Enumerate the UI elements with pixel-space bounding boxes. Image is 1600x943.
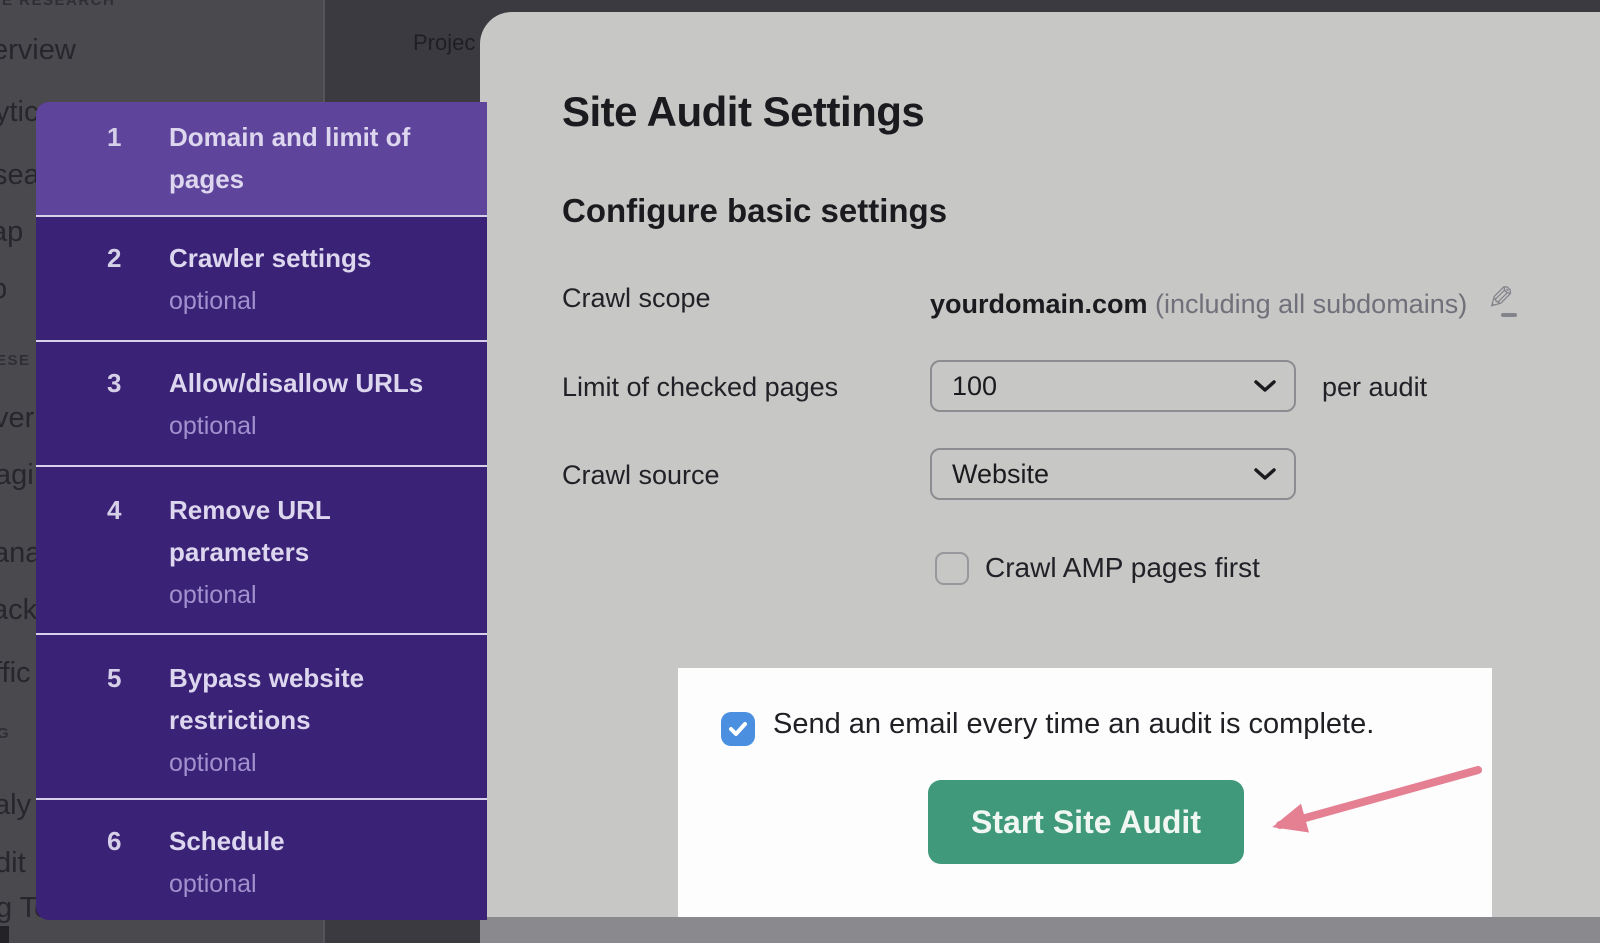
bottom-left-fragment [0,926,9,943]
step-number: 4 [92,489,169,633]
nav-fragment: ffic [0,657,31,690]
crawl-scope-note: (including all subdomains) [1155,289,1467,319]
nav-fragment: sea [0,159,40,192]
nav-fragment: ack [0,594,37,627]
crawl-source-select[interactable]: Website [930,448,1296,500]
step-note: optional [169,579,441,611]
email-notification-checkbox[interactable] [721,712,755,746]
email-notification-label: Send an email every time an audit is com… [773,708,1374,741]
chevron-down-icon [1254,380,1276,393]
check-icon [727,720,749,738]
pencil-icon[interactable]: ✎ [1487,283,1523,319]
step-crawler-settings[interactable]: 2 Crawler settings optional [36,215,487,340]
chevron-down-icon [1254,468,1276,481]
crawl-scope-domain: yourdomain.com [930,289,1148,319]
nav-fragment: p [0,273,7,306]
step-number: 6 [92,820,169,920]
step-bypass-website-restrictions[interactable]: 5 Bypass website restrictions optional [36,633,487,798]
step-title: Allow/disallow URLs [169,368,423,398]
nav-fragment: agi [0,459,34,492]
crawl-scope-value: yourdomain.com (including all subdomains… [930,283,1523,320]
nav-fragment: ver [0,402,34,435]
step-title: Bypass website restrictions [169,663,364,735]
step-note: optional [169,410,423,442]
step-note: optional [169,747,441,779]
nav-fragment: ESE [0,352,31,369]
limit-of-checked-pages-select[interactable]: 100 [930,360,1296,412]
site-audit-settings-screen: E RESEARCH erview ytic sea ap p ESE ver … [0,0,1600,943]
crawl-amp-label: Crawl AMP pages first [985,552,1260,584]
step-title: Remove URL parameters [169,495,330,567]
step-note: optional [169,868,285,900]
nav-fragment: G [0,725,10,742]
per-audit-label: per audit [1322,372,1427,403]
nav-fragment: dit [0,847,26,880]
nav-fragment: aly [0,789,31,822]
step-title: Domain and limit of pages [169,122,410,194]
step-number: 1 [92,116,169,215]
limit-selected-value: 100 [952,371,997,402]
bottom-page-strip [480,917,1600,943]
step-domain-and-limit[interactable]: 1 Domain and limit of pages [36,102,487,215]
crawl-amp-checkbox[interactable] [935,552,969,585]
step-title: Schedule [169,826,285,856]
limit-of-checked-pages-label: Limit of checked pages [562,372,838,403]
nav-fragment: erview [0,34,76,67]
step-number: 2 [92,237,169,340]
crawl-source-selected-value: Website [952,459,1049,490]
step-note: optional [169,285,371,317]
crawl-source-label: Crawl source [562,460,720,491]
step-remove-url-parameters[interactable]: 4 Remove URL parameters optional [36,465,487,633]
step-allow-disallow-urls[interactable]: 3 Allow/disallow URLs optional [36,340,487,465]
setup-steps-panel: 1 Domain and limit of pages 2 Crawler se… [36,102,487,920]
projects-tab[interactable]: Projec [413,30,475,56]
nav-fragment: ap [0,216,23,249]
step-schedule[interactable]: 6 Schedule optional [36,798,487,920]
step-number: 3 [92,362,169,465]
nav-fragment: ytic [0,96,39,129]
section-heading: Configure basic settings [562,192,947,230]
highlight-box: Send an email every time an audit is com… [678,668,1492,917]
crawl-scope-label: Crawl scope [562,283,711,314]
nav-fragment: E RESEARCH [2,0,115,9]
step-title: Crawler settings [169,243,371,273]
modal-title: Site Audit Settings [562,88,924,136]
step-number: 5 [92,657,169,798]
site-audit-settings-modal: Site Audit Settings Configure basic sett… [480,12,1600,917]
start-site-audit-button[interactable]: Start Site Audit [928,780,1244,864]
